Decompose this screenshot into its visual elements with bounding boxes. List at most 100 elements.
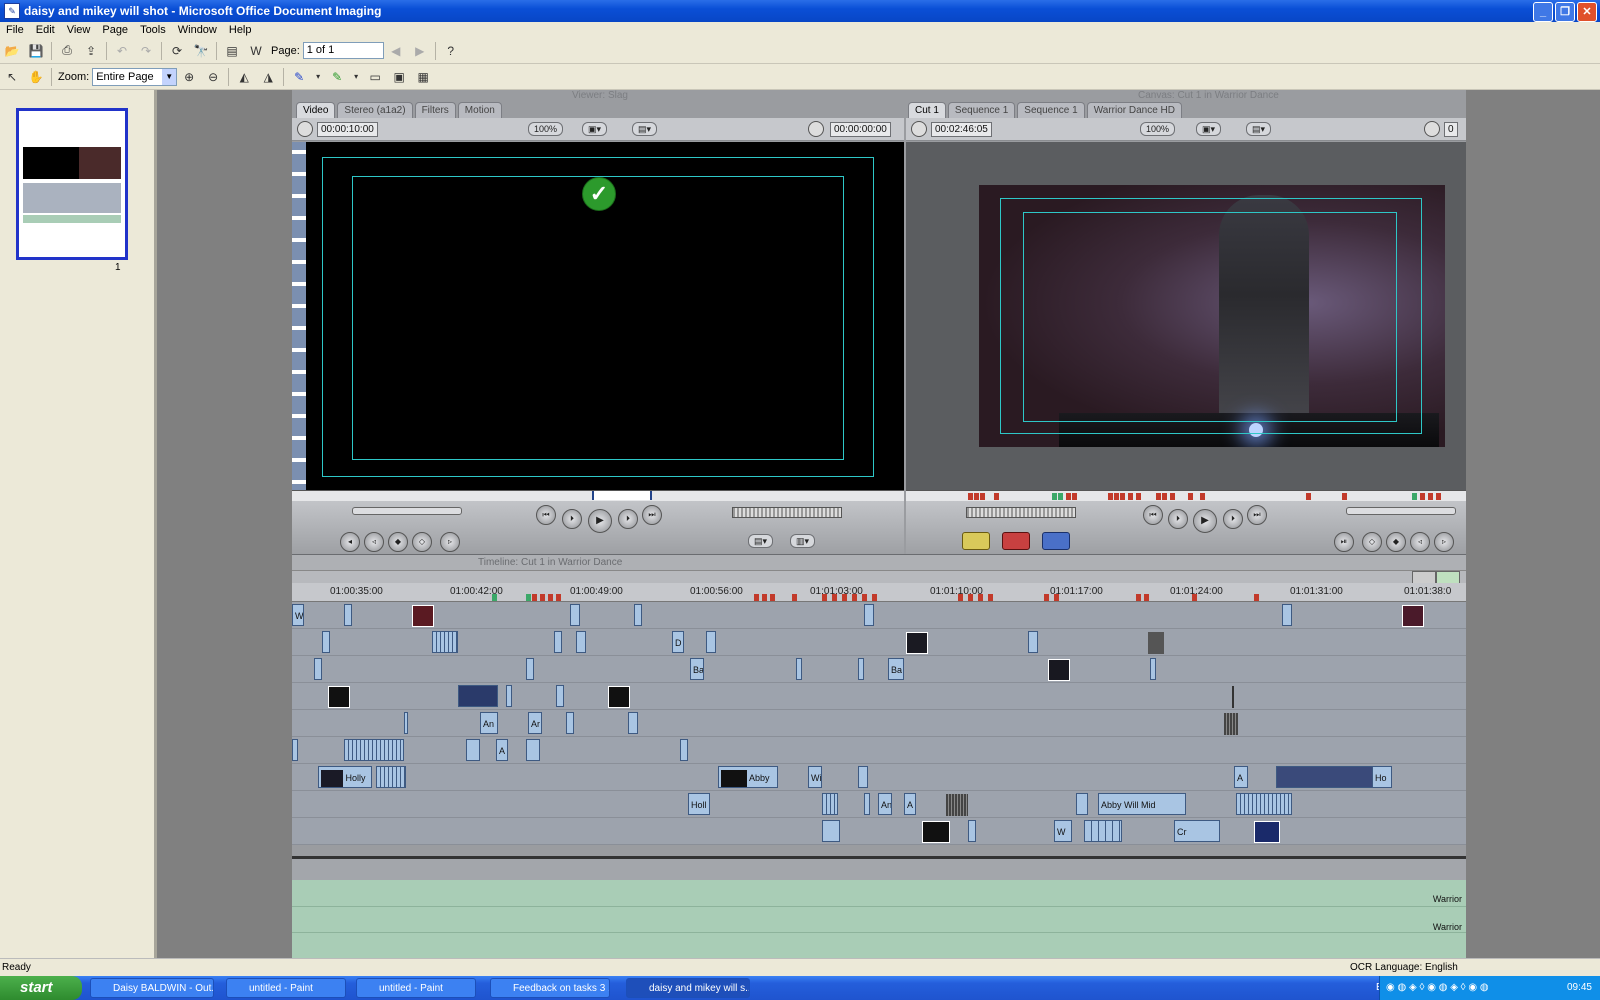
menu-tools[interactable]: Tools [134,24,172,36]
taskbar-item-paint-2[interactable]: untitled - Paint [356,978,476,998]
clip[interactable] [628,712,638,734]
clip[interactable] [404,712,408,734]
clip-group[interactable] [946,794,968,816]
audio-clip-label[interactable]: Warrior [1433,894,1462,904]
clip[interactable]: D [672,631,684,653]
print-icon[interactable]: ⎙ [58,42,76,60]
canvas-shuttle-slider[interactable] [1346,507,1456,515]
clip[interactable]: Ba [888,658,904,680]
clip[interactable] [968,820,976,842]
clip[interactable] [314,658,322,680]
clip[interactable] [1150,658,1156,680]
clip-thumbnail[interactable] [328,686,350,708]
clip-thumbnail[interactable] [458,685,498,707]
generator-popup[interactable]: ▤▾ [748,534,774,548]
open-icon[interactable]: 📂 [3,42,21,60]
clip[interactable] [1236,793,1292,815]
audio-clip-label[interactable]: Warrior [1433,922,1462,932]
go-to-start-icon[interactable]: ⏮ [1143,505,1163,525]
clip[interactable] [344,604,352,626]
clip[interactable] [292,739,298,761]
clip[interactable] [576,631,586,653]
clip-thumbnail[interactable] [1402,605,1424,627]
clip[interactable]: An [878,793,892,815]
send-icon[interactable]: ⇪ [82,42,100,60]
next-page-icon[interactable]: ▶ [411,42,429,60]
highlighter-dropdown-icon[interactable]: ▾ [352,68,360,86]
play-in-out-icon[interactable]: ⏵ [562,509,582,529]
overwrite-edit-button[interactable] [1002,532,1030,550]
tray-icons[interactable]: ◉ ◍ ◈ ◊ ◉ ◍ ◈ ◊ ◉ ◍ [1380,982,1489,993]
viewer-zoom-popup[interactable]: 100% [528,122,564,136]
clip[interactable] [506,685,512,707]
mark-clip-icon[interactable]: ◇ [1362,532,1382,552]
menu-help[interactable]: Help [223,24,258,36]
clip[interactable]: Ho [1372,766,1392,788]
taskbar-item-paint-1[interactable]: untitled - Paint [226,978,346,998]
clip[interactable] [864,793,870,815]
clip-thumbnail[interactable] [922,821,950,843]
clip[interactable]: An [480,712,498,734]
mark-out-icon[interactable]: ▹ [440,532,460,552]
text-box-icon[interactable]: ▭ [366,68,384,86]
mark-in-icon[interactable]: ◃ [1410,532,1430,552]
match-frame-icon[interactable]: ⏯ [1334,532,1354,552]
canvas-scrubber[interactable] [906,490,1466,501]
taskbar-item-word[interactable]: Feedback on tasks 3 ... [490,978,610,998]
clip[interactable] [376,766,406,788]
shuttle-slider[interactable] [352,507,462,515]
clip[interactable] [822,820,840,842]
clip[interactable] [1028,631,1038,653]
insert-edit-icon[interactable]: ◂ [340,532,360,552]
clip[interactable] [1084,820,1122,842]
clip[interactable]: W [292,604,304,626]
clip-holly[interactable]: Holly [318,766,372,788]
redo-icon[interactable]: ↷ [137,42,155,60]
highlighter-icon[interactable]: ✎ [328,68,346,86]
clip[interactable] [706,631,716,653]
clip[interactable]: A [904,793,916,815]
minimize-button[interactable]: _ [1533,2,1553,22]
tab-cut-1[interactable]: Cut 1 [908,102,946,118]
play-icon[interactable]: ▶ [1193,509,1217,533]
page-input[interactable]: 1 of 1 [302,42,384,59]
timeline-ruler[interactable]: 01:00:35:00 01:00:42:00 01:00:49:00 01:0… [292,583,1466,602]
play-in-out-icon[interactable]: ⏵ [1168,509,1188,529]
clip[interactable]: Ba [690,658,704,680]
tab-video[interactable]: Video [296,102,336,118]
viewer-display-popup[interactable]: ▤▾ [632,122,658,136]
start-button[interactable]: start [0,976,82,1000]
clip[interactable]: Holl [688,793,710,815]
recent-clips-popup[interactable]: ▥▾ [790,534,816,548]
close-button[interactable]: ✕ [1577,2,1597,22]
tab-sequence-1b[interactable]: Sequence 1 [1017,102,1085,118]
tab-stereo[interactable]: Stereo (a1a2) [337,102,413,118]
clip-thumbnail[interactable] [1048,659,1070,681]
taskbar-item-document-imaging[interactable]: daisy and mikey will s... [626,978,750,998]
clip[interactable] [466,739,480,761]
pen-dropdown-icon[interactable]: ▾ [314,68,322,86]
clip[interactable] [554,631,562,653]
help-icon[interactable]: ? [442,42,460,60]
clip[interactable] [1282,604,1292,626]
page-thumbnail[interactable] [16,108,128,260]
clip[interactable]: A [496,739,508,761]
zoom-out-icon[interactable]: ⊖ [204,68,222,86]
play-around-icon[interactable]: ⏵ [618,509,638,529]
viewer-view-popup[interactable]: ▣▾ [582,122,608,136]
clip-group[interactable] [1224,713,1238,735]
clip[interactable] [570,604,580,626]
save-icon[interactable]: 💾 [27,42,45,60]
clip[interactable]: Ar [528,712,542,734]
canvas-display-popup[interactable]: ▤▾ [1246,122,1272,136]
clip[interactable] [526,658,534,680]
clip[interactable] [864,604,874,626]
rotate-right-icon[interactable]: ◮ [259,68,277,86]
tab-motion[interactable]: Motion [457,102,502,118]
menu-window[interactable]: Window [172,24,223,36]
tab-warrior-dance-hd[interactable]: Warrior Dance HD [1086,102,1182,118]
pen-icon[interactable]: ✎ [290,68,308,86]
mark-in-icon[interactable]: ◃ [364,532,384,552]
clip[interactable]: Cr [1174,820,1220,842]
insert-edit-button[interactable] [962,532,990,550]
